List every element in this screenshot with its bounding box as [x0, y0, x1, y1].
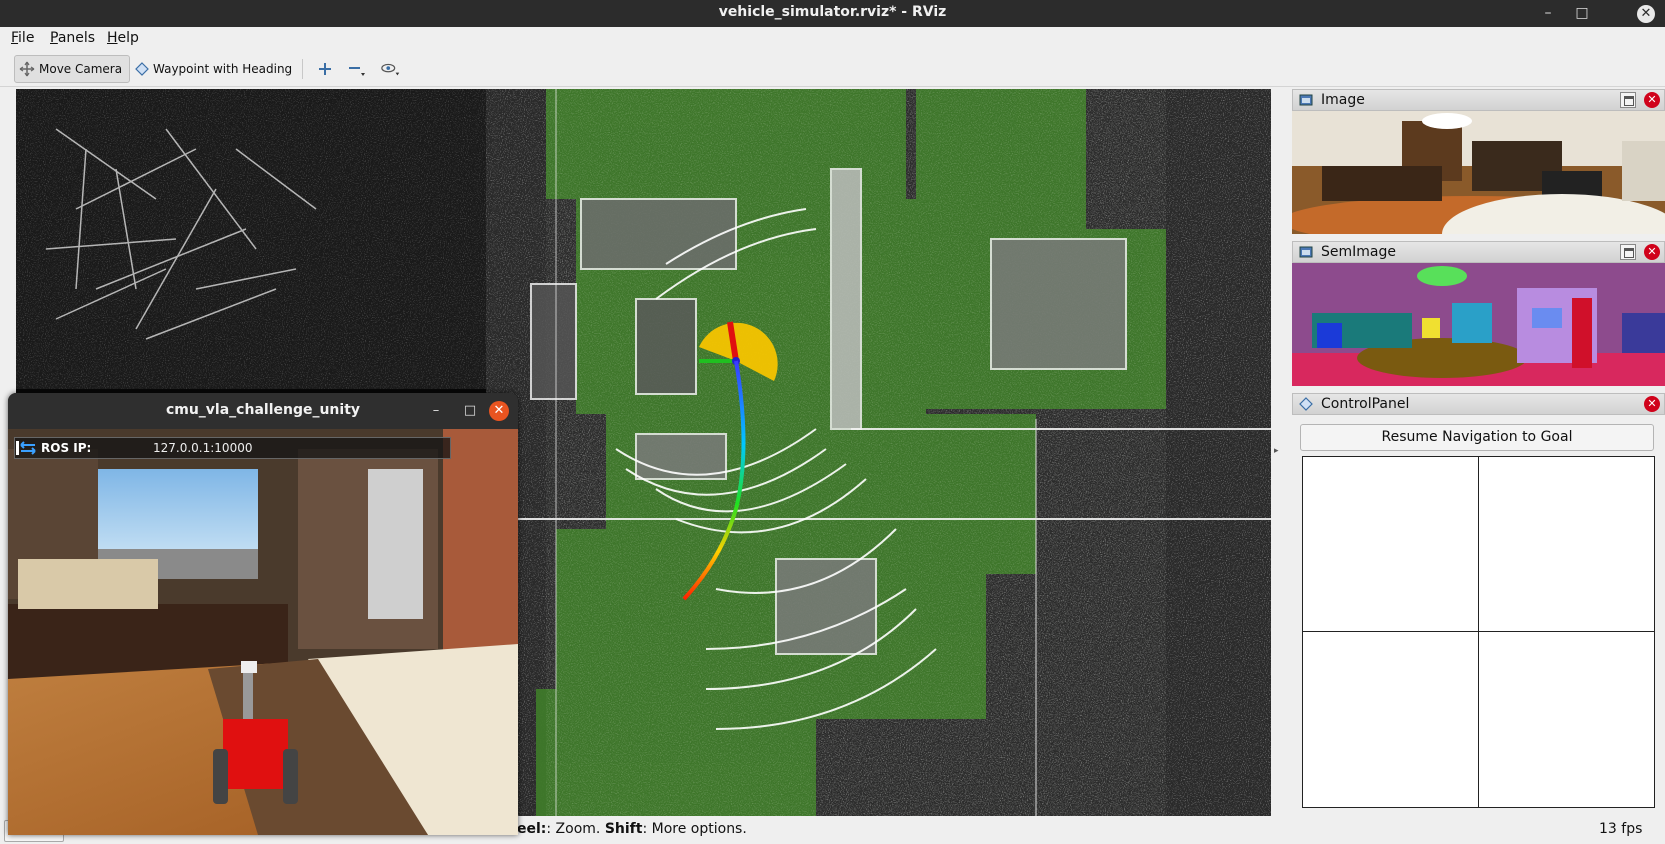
status-wheel-label: eel:: [517, 821, 547, 837]
unity-title-bar: cmu_vla_challenge_unity – □ ✕: [8, 393, 518, 429]
resume-navigation-button[interactable]: Resume Navigation to Goal: [1300, 424, 1654, 451]
ros-ip-bar: ROS IP: 127.0.0.1:10000: [14, 437, 451, 459]
float-panel-button[interactable]: [1620, 244, 1636, 260]
splitter-arrow-icon[interactable]: ▸: [1274, 446, 1279, 456]
image-panel: Image ✕: [1282, 89, 1665, 274]
crosshair-plus-icon: [319, 63, 331, 75]
controlpanel-panel: ControlPanel ✕: [1292, 393, 1665, 415]
joystick-grid[interactable]: [1302, 456, 1655, 808]
semimage-panel-title: SemImage: [1321, 244, 1396, 260]
semimage-panel-header: SemImage ✕: [1292, 241, 1665, 263]
unity-scene-view[interactable]: ROS IP: 127.0.0.1:10000: [8, 429, 518, 835]
move-camera-label: Move Camera: [39, 62, 123, 76]
waypoint-diamond-icon: [135, 62, 149, 76]
controlpanel-header: ControlPanel ✕: [1292, 393, 1665, 415]
waypoint-heading-label: Waypoint with Heading: [153, 62, 293, 76]
grid-divider: [1303, 631, 1654, 632]
menu-file[interactable]: File: [11, 30, 34, 46]
menu-bar: File Panels Help: [0, 27, 1665, 51]
close-panel-button[interactable]: ✕: [1644, 396, 1660, 412]
toolbar-separator: [302, 59, 303, 79]
tool-visibility-button[interactable]: [380, 59, 402, 79]
controlpanel-title: ControlPanel: [1321, 396, 1410, 412]
unity-render: [8, 429, 518, 835]
minimize-button[interactable]: –: [1531, 0, 1565, 27]
eye-icon: [381, 63, 400, 76]
unity-minimize-button[interactable]: –: [426, 401, 446, 421]
grid-divider: [1478, 457, 1479, 807]
status-hint: eel:: Zoom. Shift: More options.: [517, 821, 747, 837]
ros-ip-label: ROS IP:: [41, 441, 92, 455]
close-panel-button[interactable]: ✕: [1644, 244, 1660, 260]
window-title-bar: vehicle_simulator.rviz* - RViz – □ ✕: [0, 0, 1665, 27]
menu-panels[interactable]: Panels: [50, 30, 95, 46]
unity-maximize-button[interactable]: □: [460, 401, 480, 421]
image-panel-header: Image ✕: [1292, 89, 1665, 111]
minus-icon: [349, 67, 365, 76]
maximize-button[interactable]: □: [1565, 0, 1599, 27]
status-zoom-text: : Zoom.: [546, 821, 605, 837]
panorama-camera-image: [1282, 111, 1665, 274]
status-shift-label: Shift: [604, 821, 643, 837]
toolbar: Move Camera Waypoint with Heading: [0, 51, 1665, 87]
unity-close-button[interactable]: ✕: [489, 401, 509, 421]
semantic-segmentation-image: [1292, 263, 1665, 386]
semimage-panel: SemImage ✕: [1292, 241, 1665, 390]
status-shift-text: : More options.: [642, 821, 747, 837]
move-camera-icon: [19, 61, 35, 77]
close-panel-button[interactable]: ✕: [1644, 92, 1660, 108]
controlpanel-diamond-icon: [1299, 397, 1313, 411]
ros-ip-value: 127.0.0.1:10000: [153, 441, 253, 455]
close-button[interactable]: ✕: [1633, 0, 1659, 27]
image-panel-icon: [1299, 94, 1313, 106]
window-title: vehicle_simulator.rviz* - RViz: [718, 4, 947, 20]
image-panel-title: Image: [1321, 92, 1365, 108]
move-camera-tool[interactable]: Move Camera: [14, 55, 130, 83]
ros-connection-icon: [16, 441, 36, 455]
add-tool-button[interactable]: [314, 59, 336, 79]
menu-help[interactable]: Help: [107, 30, 139, 46]
float-panel-button[interactable]: [1620, 92, 1636, 108]
semimage-panel-icon: [1299, 246, 1313, 258]
unity-window[interactable]: cmu_vla_challenge_unity – □ ✕ ROS IP: 12…: [8, 393, 518, 835]
waypoint-heading-tool[interactable]: Waypoint with Heading: [135, 55, 292, 83]
remove-tool-button[interactable]: [346, 59, 368, 79]
close-icon: ✕: [1637, 5, 1655, 23]
fps-counter: 13 fps: [1599, 821, 1643, 837]
